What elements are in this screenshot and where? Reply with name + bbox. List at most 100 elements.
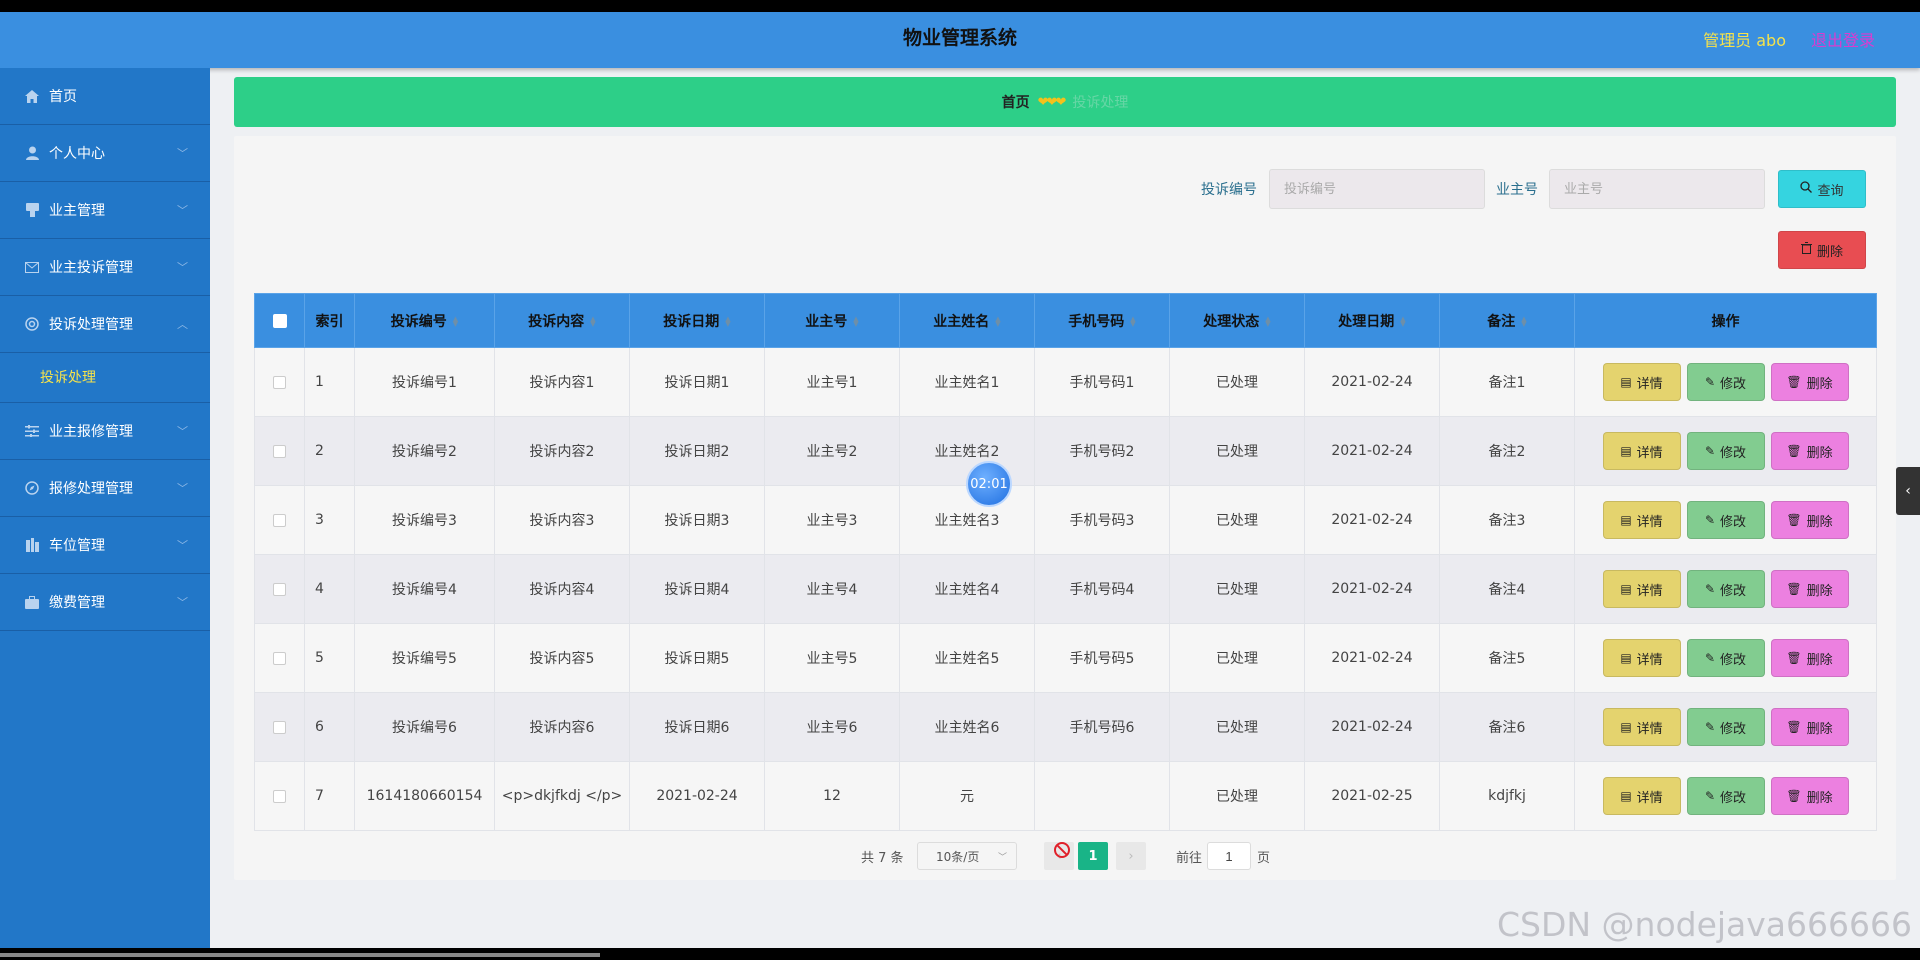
column-header[interactable]: 手机号码 ▲ ▼: [1034, 293, 1170, 348]
table-cell: 投诉编号6: [354, 692, 495, 762]
detail-button[interactable]: ▤ 详情: [1602, 501, 1681, 539]
row-checkbox[interactable]: [273, 789, 286, 803]
row-select-cell: [254, 554, 305, 624]
row-select-cell: [254, 347, 305, 417]
chevron-down-icon: ﹀: [997, 853, 1007, 863]
column-header[interactable]: 处理状态 ▲ ▼: [1169, 293, 1305, 348]
sidebar-item-repair-handling[interactable]: 报修处理管理 ﹀: [0, 460, 210, 517]
table-cell: 2021-02-24: [1304, 347, 1440, 417]
delete-button[interactable]: 🗑 删除: [1770, 363, 1849, 401]
mail-icon: [24, 259, 40, 275]
building-icon: [24, 537, 40, 553]
sidebar-item-owner-complaint[interactable]: 业主投诉管理 ﹀: [0, 239, 210, 296]
sort-icon[interactable]: ▲ ▼: [590, 315, 595, 327]
sidebar-item-owner-management[interactable]: 业主管理 ﹀: [0, 182, 210, 239]
table-cell: 投诉内容3: [494, 485, 630, 555]
delete-button[interactable]: 🗑 删除: [1770, 639, 1849, 677]
table-row: 3 投诉编号3 投诉内容3 投诉日期3 业主号3 业主姓名3 手机号码3 已处理 2021-02…: [254, 485, 1877, 555]
goto-page-input[interactable]: [1207, 842, 1251, 870]
complaint-number-input[interactable]: [1269, 169, 1485, 209]
edit-button[interactable]: ✎ 修改: [1686, 639, 1765, 677]
sidebar-item-parking[interactable]: 车位管理 ﹀: [0, 517, 210, 574]
edit-button[interactable]: ✎ 修改: [1686, 777, 1765, 815]
row-checkbox[interactable]: [273, 582, 286, 596]
table-row: 2 投诉编号2 投诉内容2 投诉日期2 业主号2 业主姓名2 手机号码2 已处理 2021-02…: [254, 416, 1877, 486]
row-checkbox[interactable]: [273, 513, 286, 527]
select-all-checkbox[interactable]: [272, 313, 287, 328]
chevron-down-icon: ﹀: [177, 596, 188, 609]
sort-icon[interactable]: ▲ ▼: [725, 315, 730, 327]
sidebar-item-payment[interactable]: 缴费管理 ﹀: [0, 574, 210, 631]
trash-icon: 🗑: [1786, 513, 1802, 527]
row-checkbox[interactable]: [273, 651, 286, 665]
table-cell: 2: [304, 416, 355, 486]
table-cell: 业主姓名4: [899, 554, 1035, 624]
table-cell: 业主姓名5: [899, 623, 1035, 693]
table-cell: 投诉日期5: [629, 623, 765, 693]
page-size-select[interactable]: 10条/页 ﹀: [917, 842, 1017, 870]
delete-button[interactable]: 🗑 删除: [1770, 501, 1849, 539]
trash-icon: 🗑: [1786, 720, 1802, 734]
trash-icon: 🗑: [1786, 789, 1802, 803]
table-row: 7 1614180660154 <p>dkjfkdj </p> 2021-02-24 1…: [254, 761, 1877, 831]
batch-delete-button[interactable]: 删除: [1778, 231, 1866, 269]
sort-icon[interactable]: ▲ ▼: [1400, 315, 1405, 327]
delete-button[interactable]: 🗑 删除: [1770, 777, 1849, 815]
owner-number-input[interactable]: [1549, 169, 1765, 209]
column-header[interactable]: 投诉日期 ▲ ▼: [629, 293, 765, 348]
detail-button[interactable]: ▤ 详情: [1602, 432, 1681, 470]
detail-button[interactable]: ▤ 详情: [1602, 708, 1681, 746]
document-icon: ▤: [1620, 375, 1632, 389]
logout-link[interactable]: 退出登录: [1811, 27, 1875, 51]
complaint-table: 索引 投诉编号 ▲ ▼ 投诉内容 ▲ ▼ 投诉日期 ▲ ▼ 业主号 ▲ ▼ 业主姓名 ▲ ▼ 手机号…: [254, 293, 1877, 831]
detail-button[interactable]: ▤ 详情: [1602, 363, 1681, 401]
row-checkbox[interactable]: [273, 720, 286, 734]
sidebar-item-personal-center[interactable]: 个人中心 ﹀: [0, 125, 210, 182]
chevron-down-icon: ﹀: [177, 482, 188, 495]
side-panel-toggle[interactable]: ‹: [1896, 467, 1920, 515]
detail-button[interactable]: ▤ 详情: [1602, 570, 1681, 608]
table-cell: 已处理: [1169, 761, 1305, 831]
sidebar-item-repair-management[interactable]: 业主报修管理 ﹀: [0, 403, 210, 460]
column-header[interactable]: 投诉内容 ▲ ▼: [494, 293, 630, 348]
edit-button[interactable]: ✎ 修改: [1686, 501, 1765, 539]
document-icon: ▤: [1620, 789, 1632, 803]
table-cell: 备注4: [1439, 554, 1575, 624]
edit-button[interactable]: ✎ 修改: [1686, 570, 1765, 608]
page-number-current[interactable]: 1: [1078, 842, 1108, 870]
table-cell: 手机号码2: [1034, 416, 1170, 486]
delete-button[interactable]: 🗑 删除: [1770, 708, 1849, 746]
breadcrumb-home[interactable]: 首页: [1002, 92, 1030, 112]
delete-button[interactable]: 🗑 删除: [1770, 432, 1849, 470]
sidebar-item-complaint-handling[interactable]: 投诉处理管理 ︿: [0, 296, 210, 353]
table-cell: 2021-02-24: [1304, 485, 1440, 555]
next-page-button[interactable]: ›: [1116, 842, 1146, 870]
query-button[interactable]: 查询: [1778, 170, 1866, 208]
column-header[interactable]: 备注 ▲ ▼: [1439, 293, 1575, 348]
document-icon: ▤: [1620, 444, 1632, 458]
table-cell: 投诉内容5: [494, 623, 630, 693]
sort-icon[interactable]: ▲ ▼: [453, 315, 458, 327]
edit-button[interactable]: ✎ 修改: [1686, 363, 1765, 401]
sort-icon[interactable]: ▲ ▼: [1521, 315, 1526, 327]
row-checkbox[interactable]: [273, 444, 286, 458]
column-header[interactable]: 投诉编号 ▲ ▼: [354, 293, 495, 348]
edit-button[interactable]: ✎ 修改: [1686, 708, 1765, 746]
sort-icon[interactable]: ▲ ▼: [995, 315, 1000, 327]
recording-timer-badge[interactable]: 02:01: [966, 461, 1012, 507]
row-checkbox[interactable]: [273, 375, 286, 389]
detail-button[interactable]: ▤ 详情: [1602, 639, 1681, 677]
row-actions-cell: ▤ 详情 ✎ 修改 🗑 删除: [1574, 347, 1877, 417]
table-cell: 备注2: [1439, 416, 1575, 486]
column-header[interactable]: 业主姓名 ▲ ▼: [899, 293, 1035, 348]
sidebar-item-home[interactable]: 首页: [0, 68, 210, 125]
column-header[interactable]: 业主号 ▲ ▼: [764, 293, 900, 348]
edit-button[interactable]: ✎ 修改: [1686, 432, 1765, 470]
sort-icon[interactable]: ▲ ▼: [1265, 315, 1270, 327]
delete-button[interactable]: 🗑 删除: [1770, 570, 1849, 608]
sort-icon[interactable]: ▲ ▼: [853, 315, 858, 327]
column-header[interactable]: 处理日期 ▲ ▼: [1304, 293, 1440, 348]
detail-button[interactable]: ▤ 详情: [1602, 777, 1681, 815]
sort-icon[interactable]: ▲ ▼: [1130, 315, 1135, 327]
sidebar-subitem-complaint-processing[interactable]: 投诉处理: [0, 353, 210, 403]
